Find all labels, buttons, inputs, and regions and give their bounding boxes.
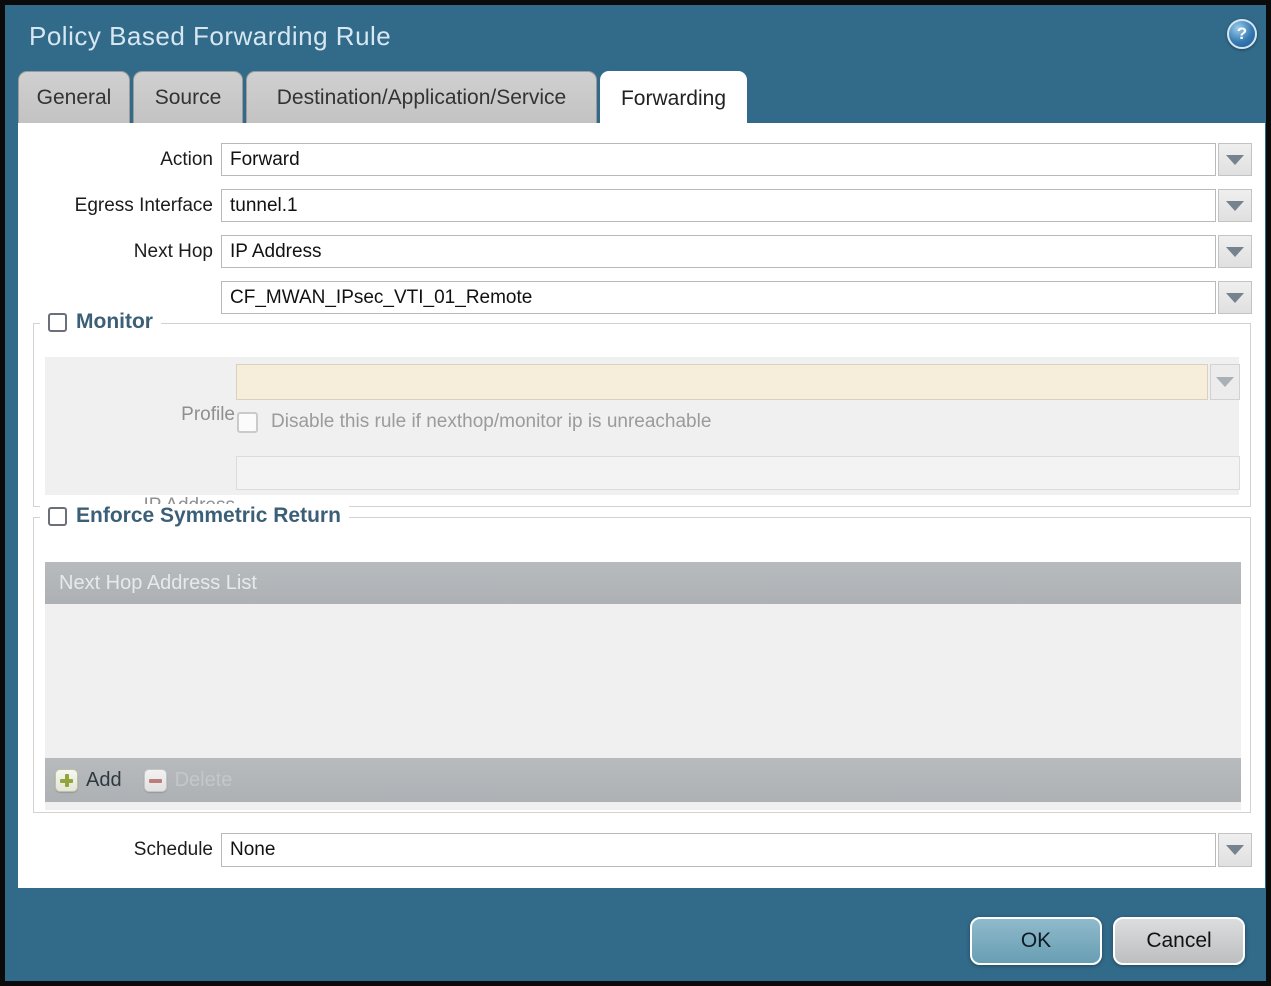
symmetric-return-legend: Enforce Symmetric Return <box>40 504 349 528</box>
next-hop-address-input[interactable] <box>221 281 1216 314</box>
table-bottom-strip <box>45 802 1241 810</box>
next-hop-address-list-body[interactable] <box>45 604 1241 758</box>
disable-rule-label: Disable this rule if nexthop/monitor ip … <box>271 411 712 432</box>
tab-label: General <box>36 85 112 109</box>
schedule-label: Schedule <box>133 839 213 860</box>
next-hop-address-list-header: Next Hop Address List <box>45 562 1241 604</box>
egress-interface-dropdown-button[interactable] <box>1218 189 1252 222</box>
add-button-label: Add <box>86 768 122 791</box>
tab-label: Source <box>154 85 222 109</box>
add-button[interactable]: Add <box>55 768 122 792</box>
plus-icon <box>55 768 78 792</box>
symmetric-return-section: Enforce Symmetric Return Next Hop Addres… <box>33 504 1251 813</box>
chevron-down-icon <box>1226 200 1244 211</box>
tab-source[interactable]: Source <box>133 71 243 123</box>
next-hop-address-list-toolbar: Add Delete <box>45 758 1241 802</box>
monitor-section: Monitor Profile IP Address Disable this … <box>33 310 1251 516</box>
cancel-button[interactable]: Cancel <box>1113 917 1245 965</box>
chevron-down-icon <box>1216 377 1234 387</box>
schedule-dropdown-button[interactable] <box>1218 833 1252 867</box>
tab-forwarding[interactable]: Forwarding <box>600 71 747 127</box>
action-dropdown-button[interactable] <box>1218 143 1252 176</box>
monitor-checkbox[interactable] <box>48 312 67 332</box>
action-label: Action <box>160 149 213 170</box>
chevron-down-icon <box>1226 246 1244 257</box>
profile-dropdown-button <box>1210 364 1240 400</box>
delete-button-label: Delete <box>174 768 233 791</box>
forwarding-tab-panel: Action Egress Interface Next Hop Monitor <box>18 123 1265 888</box>
tab-label: Destination/Application/Service <box>276 85 567 109</box>
dialog-title: Policy Based Forwarding Rule <box>29 21 392 51</box>
monitor-ip-address-input <box>236 456 1240 490</box>
ok-button[interactable]: OK <box>970 917 1102 965</box>
schedule-input[interactable] <box>221 833 1216 867</box>
profile-label: Profile <box>181 404 235 425</box>
chevron-down-icon <box>1226 154 1244 165</box>
egress-interface-label: Egress Interface <box>74 195 213 216</box>
next-hop-address-dropdown-button[interactable] <box>1218 281 1252 314</box>
minus-icon <box>143 768 167 792</box>
monitor-legend-label: Monitor <box>76 310 153 333</box>
egress-interface-input[interactable] <box>221 189 1216 222</box>
action-input[interactable] <box>221 143 1216 176</box>
tab-destination-application-service[interactable]: Destination/Application/Service <box>246 71 597 123</box>
pbf-rule-dialog: Policy Based Forwarding Rule ? General S… <box>0 0 1271 986</box>
help-glyph: ? <box>1236 24 1248 43</box>
chevron-down-icon <box>1226 845 1244 855</box>
next-hop-type-input[interactable] <box>221 235 1216 268</box>
disable-rule-row: Disable this rule if nexthop/monitor ip … <box>237 411 711 433</box>
enforce-symmetric-return-checkbox[interactable] <box>48 506 67 526</box>
tab-general[interactable]: General <box>18 71 130 123</box>
delete-button: Delete <box>143 768 233 792</box>
profile-input <box>236 364 1208 400</box>
chevron-down-icon <box>1226 292 1244 303</box>
next-hop-label: Next Hop <box>133 241 213 262</box>
disable-rule-checkbox <box>237 411 258 433</box>
next-hop-dropdown-button[interactable] <box>1218 235 1252 268</box>
symmetric-return-legend-label: Enforce Symmetric Return <box>76 504 341 527</box>
help-icon[interactable]: ? <box>1227 19 1257 49</box>
monitor-legend: Monitor <box>40 310 161 334</box>
tab-label: Forwarding <box>620 87 727 110</box>
